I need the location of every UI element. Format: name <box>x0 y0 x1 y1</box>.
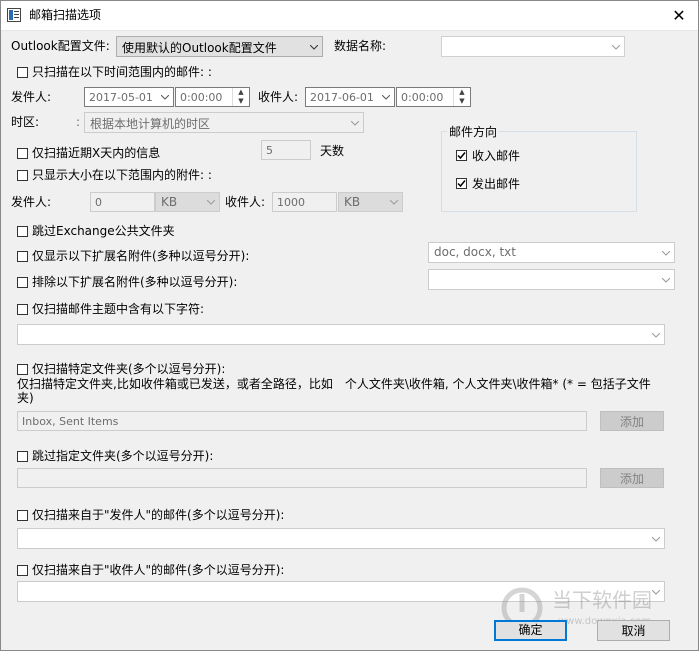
folders-description: 仅扫描特定文件夹,比如收件箱或已发送，或者全路径，比如 个人文件夹\收件箱, 个… <box>17 377 651 405</box>
db-name-label: 数据名称: <box>334 39 387 53</box>
time-to-date-value: 2017-06-01 <box>310 91 374 104</box>
time-to-spinner[interactable]: ▲ ▼ <box>453 88 470 106</box>
chevron-down-icon <box>351 120 359 126</box>
recipient-filter-checkbox[interactable] <box>17 565 28 576</box>
recent-days-unit: 天数 <box>320 144 345 158</box>
attach-from-unit[interactable]: KB <box>155 192 220 212</box>
attach-to-input[interactable]: 1000 <box>272 192 337 212</box>
chevron-down-icon <box>652 536 660 542</box>
skip-exchange-label: 跳过Exchange公共文件夹 <box>32 224 175 238</box>
chevron-down-icon <box>310 44 318 50</box>
subject-filter-select[interactable] <box>17 324 665 345</box>
recent-days-checkbox[interactable] <box>17 148 28 159</box>
time-to-label: 收件人: <box>258 90 299 104</box>
sender-filter-checkbox[interactable] <box>17 510 28 521</box>
attach-from-label: 发件人: <box>11 195 52 209</box>
attach-from-unit-value: KB <box>161 195 178 209</box>
time-to-date[interactable]: 2017-06-01 <box>305 87 395 107</box>
direction-group <box>441 131 637 212</box>
watermark-text: 当下软件园 <box>552 588 652 612</box>
subject-filter-label: 仅扫描邮件主题中含有以下字符: <box>32 302 205 316</box>
check-icon <box>457 152 466 160</box>
close-button[interactable]: ✕ <box>666 4 692 26</box>
time-from-date[interactable]: 2017-05-01 <box>84 87 174 107</box>
attach-to-label: 收件人: <box>225 195 266 209</box>
cancel-button[interactable]: 取消 <box>597 620 670 641</box>
chevron-down-icon <box>207 200 215 205</box>
attach-to-unit-value: KB <box>344 195 361 209</box>
app-icon <box>7 8 21 22</box>
time-from-time-value: 0:00:00 <box>180 91 223 104</box>
inbox-label: 收入邮件 <box>472 149 521 163</box>
recent-days-input[interactable]: 5 <box>261 140 311 160</box>
exclude-ext-label: 排除以下扩展名附件(多种以逗号分开): <box>32 275 238 289</box>
time-from-date-value: 2017-05-01 <box>89 91 153 104</box>
attach-from-input[interactable]: 0 <box>90 192 155 212</box>
subject-filter-checkbox[interactable] <box>17 304 28 315</box>
attach-size-label: 只显示大小在以下范围内的附件: : <box>32 168 212 182</box>
close-icon: ✕ <box>672 5 686 25</box>
attach-size-checkbox[interactable] <box>17 170 28 181</box>
folders-checkbox[interactable] <box>17 364 28 375</box>
attach-to-unit[interactable]: KB <box>338 192 403 212</box>
profile-label: Outlook配置文件: <box>11 39 110 53</box>
window-title: 邮箱扫描选项 <box>29 8 102 22</box>
show-ext-label: 仅显示以下扩展名附件(多种以逗号分开): <box>32 249 250 263</box>
chevron-down-icon <box>612 44 620 50</box>
spin-up-icon[interactable]: ▲ <box>233 88 249 97</box>
time-from-time[interactable]: 0:00:00 ▲ ▼ <box>175 87 250 107</box>
time-range-label: 只扫描在以下时间范围内的邮件: : <box>32 65 212 79</box>
skip-folders-checkbox[interactable] <box>17 451 28 462</box>
folders-label: 仅扫描特定文件夹(多个以逗号分开): <box>32 362 226 376</box>
chevron-down-icon <box>662 277 670 283</box>
recent-days-label: 仅扫描近期X天内的信息 <box>32 146 161 160</box>
chevron-down-icon <box>390 200 398 205</box>
attach-from-value: 0 <box>95 196 102 209</box>
outbox-checkbox[interactable] <box>456 178 467 189</box>
chevron-down-icon <box>652 332 660 338</box>
spin-down-icon[interactable]: ▼ <box>454 97 470 106</box>
profile-select[interactable]: 使用默认的Outlook配置文件 <box>116 36 323 57</box>
time-from-label: 发件人: <box>11 90 52 104</box>
outbox-label: 发出邮件 <box>472 177 521 191</box>
time-to-time[interactable]: 0:00:00 ▲ ▼ <box>396 87 471 107</box>
ok-button[interactable]: 确定 <box>494 620 567 641</box>
folders-value: Inbox, Sent Items <box>22 415 119 428</box>
time-from-spinner[interactable]: ▲ ▼ <box>232 88 249 106</box>
show-ext-value: doc, docx, txt <box>434 245 516 259</box>
check-icon <box>457 180 466 188</box>
profile-select-value: 使用默认的Outlook配置文件 <box>122 41 277 55</box>
sender-filter-label: 仅扫描来自于"发件人"的邮件(多个以逗号分开): <box>32 508 285 522</box>
timezone-select[interactable]: 根据本地计算机的时区 <box>84 112 364 133</box>
folders-input[interactable]: Inbox, Sent Items <box>17 411 587 431</box>
chevron-down-icon <box>161 95 169 100</box>
time-range-checkbox[interactable] <box>17 67 28 78</box>
timezone-colon: : <box>76 115 81 129</box>
skip-folders-add-button[interactable]: 添加 <box>600 468 664 488</box>
attach-to-value: 1000 <box>277 196 305 209</box>
exclude-ext-checkbox[interactable] <box>17 277 28 288</box>
skip-exchange-checkbox[interactable] <box>17 226 28 237</box>
timezone-value: 根据本地计算机的时区 <box>90 117 211 131</box>
chevron-down-icon <box>382 95 390 100</box>
time-to-time-value: 0:00:00 <box>401 91 444 104</box>
chevron-down-icon <box>662 250 670 256</box>
spin-up-icon[interactable]: ▲ <box>454 88 470 97</box>
skip-folders-label: 跳过指定文件夹(多个以逗号分开): <box>32 449 214 463</box>
skip-folders-input[interactable] <box>17 468 587 488</box>
recipient-filter-label: 仅扫描来自于"收件人"的邮件(多个以逗号分开): <box>32 563 285 577</box>
spin-down-icon[interactable]: ▼ <box>233 97 249 106</box>
title-bar <box>0 0 699 31</box>
direction-title: 邮件方向 <box>447 124 500 140</box>
show-ext-checkbox[interactable] <box>17 251 28 262</box>
inbox-checkbox[interactable] <box>456 150 467 161</box>
folders-add-button[interactable]: 添加 <box>600 411 664 431</box>
sender-filter-select[interactable] <box>17 528 665 549</box>
timezone-label: 时区: <box>11 115 40 129</box>
db-name-select[interactable] <box>441 36 625 57</box>
exclude-ext-select[interactable] <box>428 269 675 290</box>
recent-days-value: 5 <box>266 144 273 157</box>
show-ext-select[interactable]: doc, docx, txt <box>428 242 675 263</box>
